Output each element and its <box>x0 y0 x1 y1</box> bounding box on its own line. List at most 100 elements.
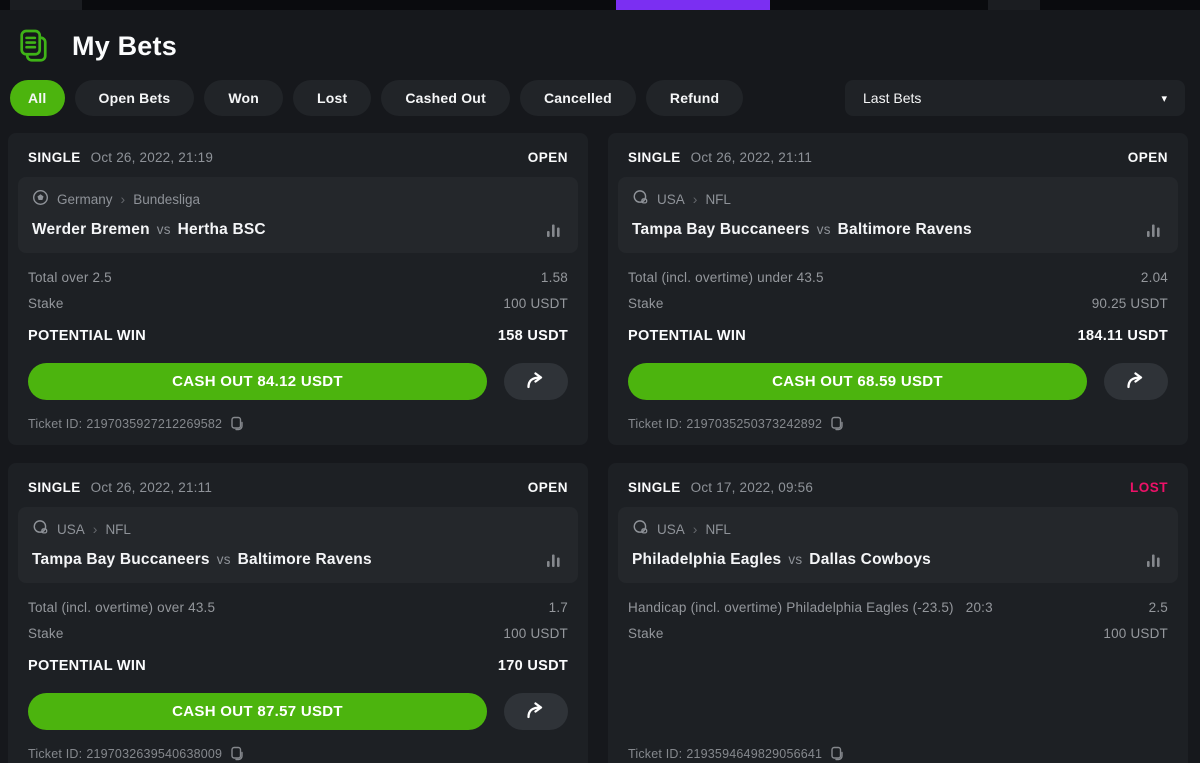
markets: Handicap (incl. overtime) Philadelphia E… <box>628 595 1168 647</box>
home-team: Werder Bremen <box>32 221 150 239</box>
soccer-icon <box>32 189 49 209</box>
teams-row: Tampa Bay Buccaneers vs Baltimore Ravens <box>32 551 562 569</box>
away-team: Baltimore Ravens <box>238 551 372 569</box>
share-button[interactable] <box>504 363 568 400</box>
cash-out-button[interactable]: CASH OUT 87.57 USDT <box>28 693 487 730</box>
bet-type: SINGLE <box>28 480 81 495</box>
stake-row: Stake 100 USDT <box>628 621 1168 647</box>
stake-value: 100 USDT <box>503 621 568 647</box>
potential-win-row: POTENTIAL WIN 184.11 USDT <box>628 322 1168 350</box>
chevron-down-icon: ▾ <box>1161 92 1167 105</box>
breadcrumb-separator: › <box>693 521 698 537</box>
league-row: USA › NFL <box>32 519 562 539</box>
american-football-icon <box>32 519 49 539</box>
stats-bars-icon[interactable] <box>1146 553 1162 568</box>
filter-open-bets[interactable]: Open Bets <box>75 80 195 116</box>
ticket-id-label: Ticket ID: <box>28 747 82 761</box>
bet-card: SINGLE Oct 26, 2022, 21:19 OPEN Germany … <box>8 133 588 445</box>
ticket-row: Ticket ID: 2197035927212269582 <box>28 400 568 431</box>
filter-refund[interactable]: Refund <box>646 80 743 116</box>
market-row: Total (incl. overtime) over 43.5 1.7 <box>28 595 568 621</box>
stake-value: 100 USDT <box>1103 621 1168 647</box>
card-actions: CASH OUT 84.12 USDT <box>28 363 568 400</box>
match-panel[interactable]: USA › NFL Tampa Bay Buccaneers vs Baltim… <box>618 177 1178 253</box>
bet-card: SINGLE Oct 26, 2022, 21:11 OPEN USA › NF… <box>608 133 1188 445</box>
cash-out-button[interactable]: CASH OUT 84.12 USDT <box>28 363 487 400</box>
country-label: Germany <box>57 192 113 207</box>
ticket-row: Ticket ID: 2197035250373242892 <box>628 400 1168 431</box>
filter-won[interactable]: Won <box>204 80 283 116</box>
status-badge: OPEN <box>528 150 568 165</box>
bet-card: SINGLE Oct 26, 2022, 21:11 OPEN USA › NF… <box>8 463 588 763</box>
vs-label: vs <box>217 552 231 567</box>
home-team: Tampa Bay Buccaneers <box>632 221 810 239</box>
copy-button[interactable] <box>830 746 844 761</box>
country-label: USA <box>657 192 685 207</box>
potential-win-value: 170 USDT <box>498 652 568 680</box>
share-button[interactable] <box>1104 363 1168 400</box>
my-bets-icon <box>16 28 52 64</box>
stake-row: Stake 90.25 USDT <box>628 291 1168 317</box>
markets: Total (incl. overtime) over 43.5 1.7 Sta… <box>28 595 568 680</box>
breadcrumb-separator: › <box>121 191 126 207</box>
markets: Total over 2.5 1.58 Stake 100 USDT POTEN… <box>28 265 568 350</box>
match-panel[interactable]: Germany › Bundesliga Werder Bremen vs He… <box>18 177 578 253</box>
topbar-tab-fragment[interactable] <box>10 0 82 10</box>
bet-card-header: SINGLE Oct 17, 2022, 09:56 LOST <box>628 474 1168 500</box>
market-odds: 1.7 <box>549 595 568 621</box>
topbar-tab-fragment-2[interactable] <box>988 0 1040 10</box>
copy-button[interactable] <box>230 746 244 761</box>
ticket-id-value: 2197035250373242892 <box>686 417 822 431</box>
league-row: USA › NFL <box>632 189 1162 209</box>
stats-bars-icon[interactable] <box>546 223 562 238</box>
bet-card-header: SINGLE Oct 26, 2022, 21:11 OPEN <box>28 474 568 500</box>
potential-win-row: POTENTIAL WIN 170 USDT <box>28 652 568 680</box>
sort-dropdown[interactable]: Last Bets ▾ <box>845 80 1185 116</box>
stats-bars-icon[interactable] <box>546 553 562 568</box>
american-football-icon <box>632 519 649 539</box>
bet-type: SINGLE <box>628 150 681 165</box>
bet-card: SINGLE Oct 17, 2022, 09:56 LOST USA › NF… <box>608 463 1188 763</box>
filter-cancelled[interactable]: Cancelled <box>520 80 636 116</box>
top-nav-strip <box>0 0 1200 10</box>
potential-win-row: POTENTIAL WIN 158 USDT <box>28 322 568 350</box>
bet-card-header: SINGLE Oct 26, 2022, 21:11 OPEN <box>628 144 1168 170</box>
copy-button[interactable] <box>230 416 244 431</box>
bet-date: Oct 26, 2022, 21:11 <box>691 150 812 165</box>
potential-win-label: POTENTIAL WIN <box>28 652 146 680</box>
home-team: Philadelphia Eagles <box>632 551 781 569</box>
market-label: Total (incl. overtime) over 43.5 <box>28 595 215 621</box>
league-label: NFL <box>705 192 731 207</box>
page-header: My Bets <box>16 25 1200 67</box>
filter-cashed-out[interactable]: Cashed Out <box>381 80 510 116</box>
breadcrumb-separator: › <box>93 521 98 537</box>
bet-date: Oct 26, 2022, 21:19 <box>91 150 213 165</box>
markets: Total (incl. overtime) under 43.5 2.04 S… <box>628 265 1168 350</box>
topbar-active-tab-fragment[interactable] <box>616 0 770 10</box>
vs-label: vs <box>788 552 802 567</box>
match-score: 20:3 <box>966 595 993 621</box>
vs-label: vs <box>157 222 171 237</box>
cash-out-button[interactable]: CASH OUT 68.59 USDT <box>628 363 1087 400</box>
bet-type: SINGLE <box>628 480 681 495</box>
ticket-id-value: 2197032639540638009 <box>86 747 222 761</box>
status-badge: OPEN <box>528 480 568 495</box>
match-panel[interactable]: USA › NFL Tampa Bay Buccaneers vs Baltim… <box>18 507 578 583</box>
filter-all[interactable]: All <box>10 80 65 116</box>
filter-lost[interactable]: Lost <box>293 80 371 116</box>
teams-row: Philadelphia Eagles vs Dallas Cowboys <box>632 551 1162 569</box>
sort-dropdown-value: Last Bets <box>863 90 921 106</box>
status-badge: OPEN <box>1128 150 1168 165</box>
stake-row: Stake 100 USDT <box>28 621 568 647</box>
stake-label: Stake <box>28 291 64 317</box>
match-panel[interactable]: USA › NFL Philadelphia Eagles vs Dallas … <box>618 507 1178 583</box>
away-team: Hertha BSC <box>178 221 266 239</box>
share-button[interactable] <box>504 693 568 730</box>
bet-date: Oct 17, 2022, 09:56 <box>691 480 813 495</box>
copy-button[interactable] <box>830 416 844 431</box>
league-row: USA › NFL <box>632 519 1162 539</box>
vs-label: vs <box>817 222 831 237</box>
stats-bars-icon[interactable] <box>1146 223 1162 238</box>
stake-label: Stake <box>628 621 664 647</box>
potential-win-value: 158 USDT <box>498 322 568 350</box>
